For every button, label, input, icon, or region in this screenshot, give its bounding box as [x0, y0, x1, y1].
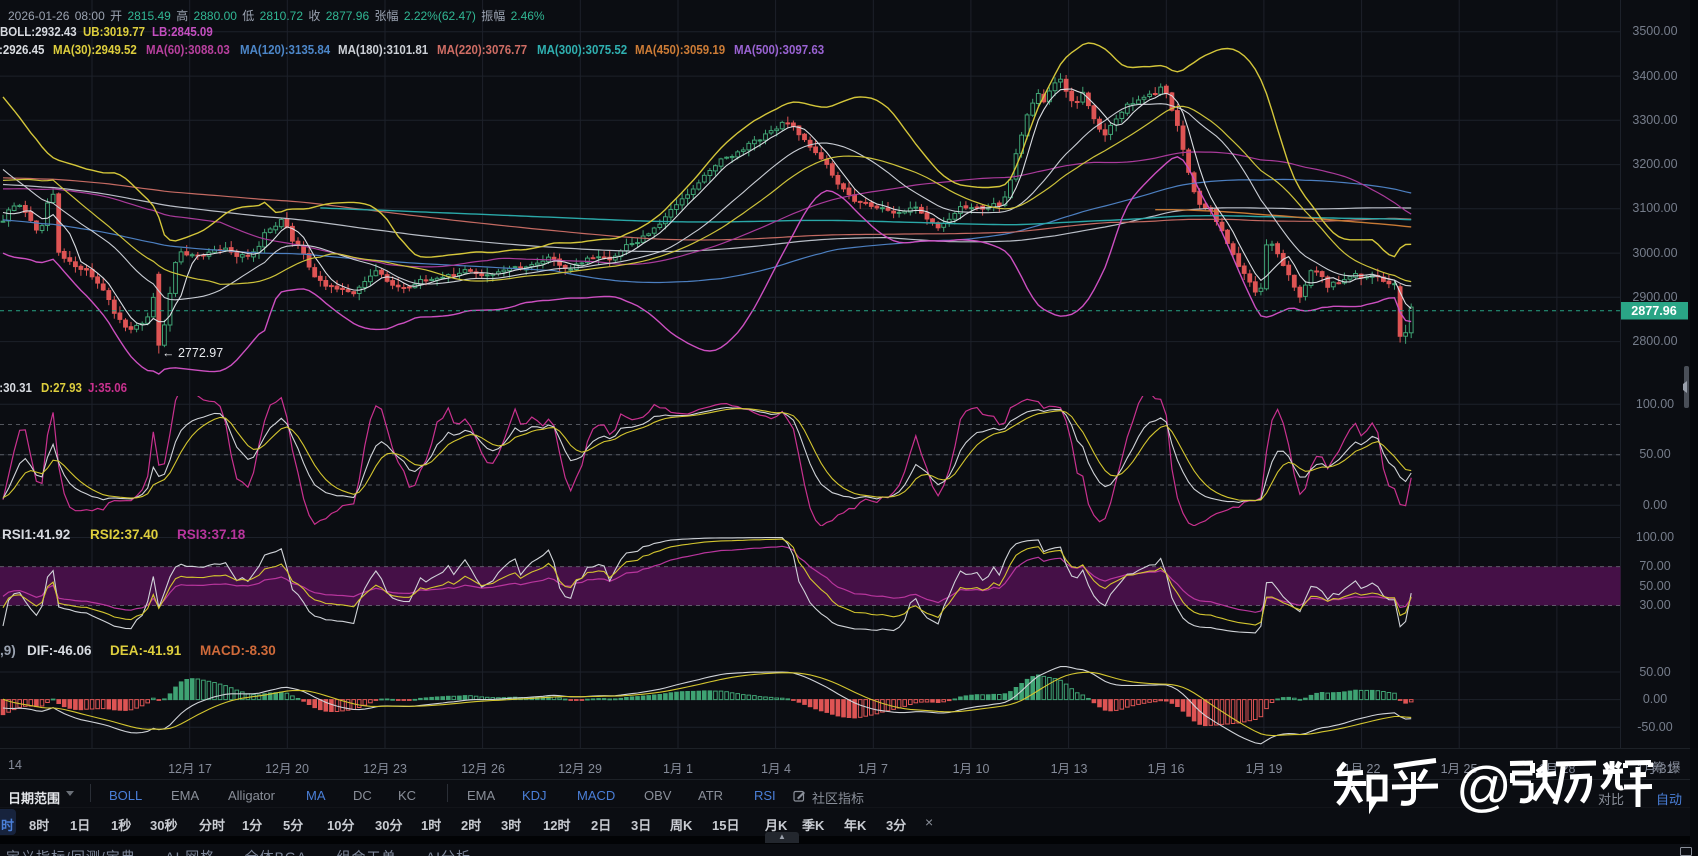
svg-text:@: @ — [1456, 755, 1512, 817]
svg-text:← 2772.97: ← 2772.97 — [162, 346, 223, 360]
svg-text:2877.96: 2877.96 — [1631, 304, 1677, 318]
